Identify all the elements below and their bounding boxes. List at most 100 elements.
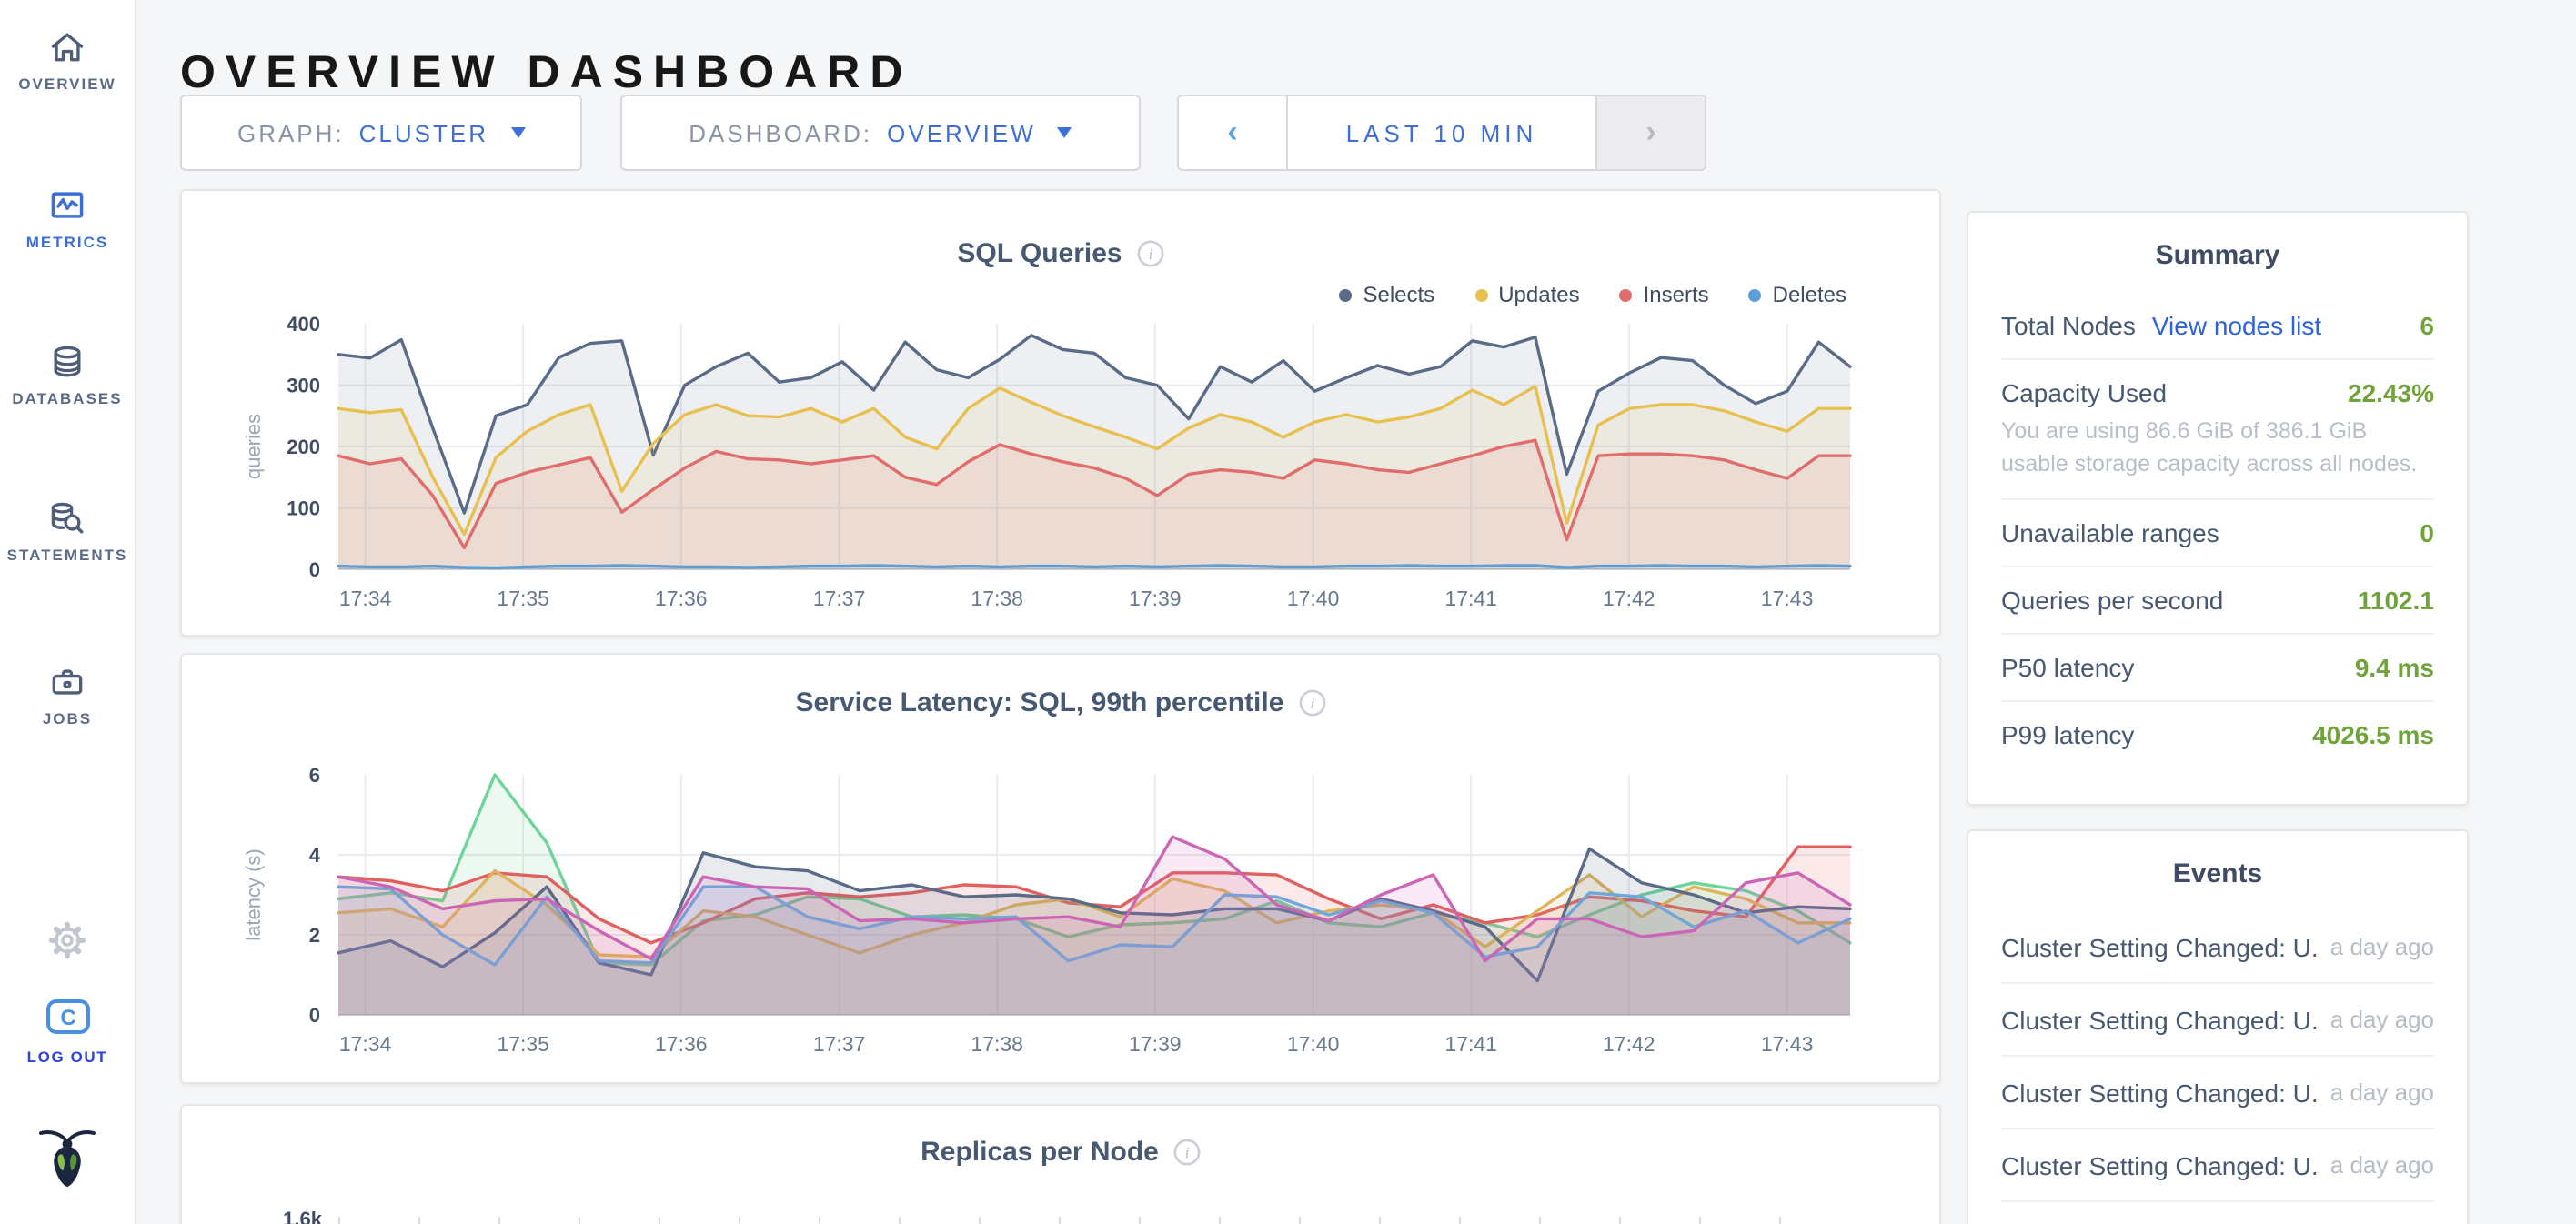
svg-text:4: 4 xyxy=(309,844,321,867)
event-row: Cluster Setting Changed: U...a day ago xyxy=(2001,984,2434,1057)
replicas-per-node-card: Replicas per Node i 1.6k xyxy=(180,1104,1941,1224)
svg-text:17:34: 17:34 xyxy=(339,1032,392,1056)
capacity-caption: You are using 86.6 GiB of 386.1 GiB usab… xyxy=(2001,415,2434,481)
logout-button[interactable]: C LOG OUT xyxy=(0,995,135,1066)
p99-latency-value: 4026.5 ms xyxy=(2312,721,2434,750)
graph-dropdown-label: GRAPH: xyxy=(237,119,345,146)
total-nodes-value: 6 xyxy=(2420,311,2434,340)
chevron-down-icon xyxy=(510,127,525,138)
event-row: Cluster Setting Changed: U...a day ago xyxy=(2001,1202,2434,1224)
events-rows: Cluster Setting Changed: U...a day ago C… xyxy=(2001,911,2434,1224)
briefcase-icon xyxy=(47,662,87,702)
sidebar-item-label: STATEMENTS xyxy=(7,546,128,564)
sql-queries-card: SQL Queries i Selects Updates Inserts De… xyxy=(180,189,1941,637)
svg-text:i: i xyxy=(1148,246,1152,263)
sidebar-item-label: JOBS xyxy=(43,709,92,727)
inserts-dot-icon xyxy=(1620,288,1633,301)
chevron-right-icon: › xyxy=(1645,115,1655,151)
graph-dropdown-value: CLUSTER xyxy=(359,119,488,146)
database-icon xyxy=(47,342,87,382)
events-title: Events xyxy=(1968,858,2467,889)
chart-title: SQL Queries xyxy=(957,238,1122,269)
summary-row-capacity: Capacity Used 22.43% You are using 86.6 … xyxy=(2001,358,2434,499)
svg-text:C: C xyxy=(59,1006,75,1030)
p50-latency-value: 9.4 ms xyxy=(2355,654,2434,683)
sidebar-item-label: OVERVIEW xyxy=(18,75,116,93)
svg-text:17:38: 17:38 xyxy=(971,1032,1023,1056)
svg-text:17:36: 17:36 xyxy=(655,1032,708,1056)
svg-text:17:41: 17:41 xyxy=(1444,587,1497,610)
service-latency-card: Service Latency: SQL, 99th percentile i … xyxy=(180,653,1941,1084)
time-range-value[interactable]: LAST 10 MIN xyxy=(1288,96,1595,169)
svg-text:17:40: 17:40 xyxy=(1287,1032,1340,1056)
svg-text:2: 2 xyxy=(309,924,320,947)
sidebar-item-statements[interactable]: STATEMENTS xyxy=(0,498,135,564)
home-icon xyxy=(47,27,87,67)
svg-text:6: 6 xyxy=(309,764,320,787)
svg-text:17:37: 17:37 xyxy=(813,587,866,610)
info-icon[interactable]: i xyxy=(1173,1139,1201,1166)
svg-text:17:42: 17:42 xyxy=(1603,587,1655,610)
cockroach-logo xyxy=(0,1124,135,1191)
settings-button[interactable] xyxy=(0,918,135,962)
sidebar-item-overview[interactable]: OVERVIEW xyxy=(0,27,135,93)
service-latency-plot: 17:3417:3517:3617:3717:3817:3917:4017:41… xyxy=(238,757,1872,1073)
sidebar: OVERVIEW METRICS DATABASES xyxy=(0,0,136,1224)
summary-title: Summary xyxy=(1968,240,2467,271)
y-axis-tick-label: 1.6k xyxy=(255,1209,322,1224)
sidebar-item-jobs[interactable]: JOBS xyxy=(0,662,135,727)
summary-rows: Total Nodes View nodes list 6 Capacity U… xyxy=(2001,293,2434,768)
page-title: OVERVIEW DASHBOARD xyxy=(180,47,913,100)
sidebar-item-metrics[interactable]: METRICS xyxy=(0,186,135,251)
sidebar-item-label: METRICS xyxy=(26,233,109,251)
legend-item-updates: Updates xyxy=(1474,282,1579,307)
graph-dropdown[interactable]: GRAPH: CLUSTER xyxy=(180,95,582,171)
event-row: Cluster Setting Changed: U...a day ago xyxy=(2001,1129,2434,1202)
svg-text:i: i xyxy=(1310,695,1314,712)
sidebar-item-databases[interactable]: DATABASES xyxy=(0,342,135,407)
svg-text:400: 400 xyxy=(287,313,320,336)
svg-text:17:37: 17:37 xyxy=(813,1032,866,1056)
time-range-selector: ‹ LAST 10 MIN › xyxy=(1177,95,1706,171)
svg-text:0: 0 xyxy=(309,1004,320,1027)
updates-dot-icon xyxy=(1474,288,1487,301)
svg-text:17:34: 17:34 xyxy=(339,587,392,610)
summary-row-p99: P99 latency 4026.5 ms xyxy=(2001,701,2434,768)
chart-title: Service Latency: SQL, 99th percentile xyxy=(796,687,1284,718)
svg-text:100: 100 xyxy=(287,497,320,520)
cockroach-bug-icon xyxy=(38,1124,96,1191)
chevron-left-icon: ‹ xyxy=(1227,115,1237,151)
view-nodes-list-link[interactable]: View nodes list xyxy=(2152,311,2321,340)
svg-text:17:41: 17:41 xyxy=(1444,1032,1497,1056)
chart-title: Replicas per Node xyxy=(921,1137,1159,1168)
svg-text:17:36: 17:36 xyxy=(655,587,708,610)
selects-dot-icon xyxy=(1339,288,1352,301)
sql-queries-plot: 17:3417:3517:3617:3717:3817:3917:4017:41… xyxy=(238,306,1872,627)
dashboard-dropdown-label: DASHBOARD: xyxy=(689,119,872,146)
event-row: Cluster Setting Changed: U...a day ago xyxy=(2001,911,2434,984)
svg-text:17:35: 17:35 xyxy=(497,1032,549,1056)
info-icon[interactable]: i xyxy=(1137,240,1164,267)
summary-row-qps: Queries per second 1102.1 xyxy=(2001,567,2434,634)
summary-panel: Summary Total Nodes View nodes list 6 Ca… xyxy=(1967,211,2469,806)
event-row: Cluster Setting Changed: U...a day ago xyxy=(2001,1057,2434,1129)
qps-value: 1102.1 xyxy=(2358,587,2434,616)
statements-icon xyxy=(47,498,87,538)
summary-row-total-nodes: Total Nodes View nodes list 6 xyxy=(2001,293,2434,358)
info-icon[interactable]: i xyxy=(1298,689,1325,717)
time-next-button[interactable]: › xyxy=(1595,96,1705,169)
legend-item-deletes: Deletes xyxy=(1749,282,1846,307)
svg-text:queries: queries xyxy=(242,414,265,479)
dashboard-dropdown[interactable]: DASHBOARD: OVERVIEW xyxy=(620,95,1141,171)
metrics-chart-icon xyxy=(47,186,87,226)
svg-text:17:43: 17:43 xyxy=(1761,587,1814,610)
time-prev-button[interactable]: ‹ xyxy=(1179,96,1288,169)
svg-text:300: 300 xyxy=(287,375,320,397)
chevron-down-icon xyxy=(1058,127,1072,138)
cockroach-c-icon: C xyxy=(43,995,92,1040)
events-panel: Events Cluster Setting Changed: U...a da… xyxy=(1967,829,2469,1224)
svg-text:i: i xyxy=(1185,1144,1190,1161)
svg-text:17:40: 17:40 xyxy=(1287,587,1340,610)
svg-text:0: 0 xyxy=(309,558,320,581)
svg-text:17:35: 17:35 xyxy=(497,587,549,610)
